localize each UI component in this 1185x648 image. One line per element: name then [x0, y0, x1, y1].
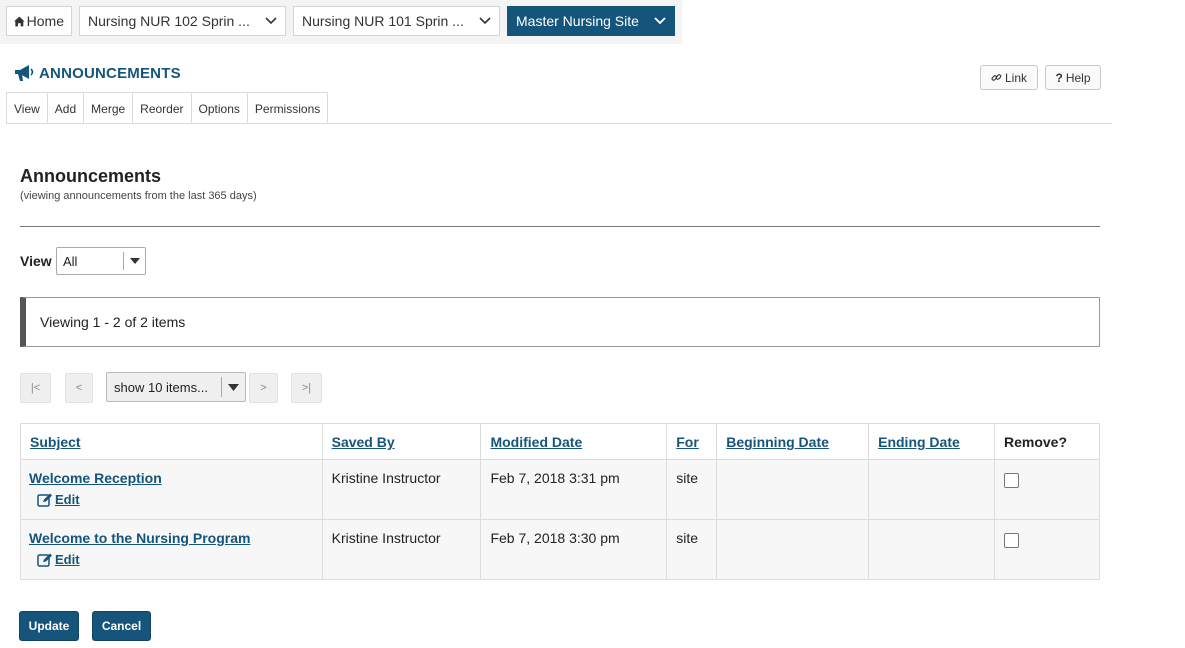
saved-by-cell: Kristine Instructor — [321, 459, 482, 520]
link-icon — [991, 74, 1002, 81]
chevron-down-icon[interactable] — [654, 17, 666, 25]
table-row: Welcome Reception Edit Kristine Instruct… — [20, 459, 1100, 520]
tool-menu: View Add Merge Reorder Options Permissio… — [6, 92, 329, 124]
sort-for-link[interactable]: For — [676, 434, 699, 450]
tool-title-text: ANNOUNCEMENTS — [39, 64, 181, 82]
for-cell: site — [666, 519, 718, 580]
help-label: Help — [1065, 70, 1091, 85]
last-page-button[interactable]: >| — [291, 373, 322, 403]
announcements-table: Subject Saved By Modified Date For Begin… — [20, 423, 1100, 580]
remove-checkbox[interactable] — [1004, 533, 1019, 548]
chevron-down-icon[interactable] — [265, 17, 277, 25]
ending-date-cell — [868, 459, 995, 520]
site-tab-label: Nursing NUR 102 Sprin ... — [88, 13, 250, 29]
table-row: Welcome to the Nursing Program Edit Kris… — [20, 519, 1100, 580]
for-cell: site — [666, 459, 718, 520]
menu-permissions[interactable]: Permissions — [248, 93, 327, 124]
chevron-down-icon[interactable] — [479, 17, 491, 25]
table-header-row: Subject Saved By Modified Date For Begin… — [20, 423, 1100, 460]
page-size-select[interactable]: show 10 items... — [106, 372, 246, 402]
next-page-button[interactable]: > — [249, 373, 278, 403]
viewing-count-text: Viewing 1 - 2 of 2 items — [40, 314, 186, 330]
remove-cell — [994, 459, 1100, 520]
viewing-count-box: Viewing 1 - 2 of 2 items — [20, 297, 1100, 347]
cancel-button[interactable]: Cancel — [92, 611, 151, 641]
caret-down-icon — [221, 377, 245, 397]
remove-column-header: Remove? — [994, 423, 1100, 460]
site-tab-label: Master Nursing Site — [516, 13, 639, 29]
link-button[interactable]: Link — [980, 65, 1038, 90]
view-filter-label: View — [20, 253, 52, 269]
page-size-value: show 10 items... — [114, 379, 208, 395]
update-button[interactable]: Update — [19, 611, 79, 641]
edit-icon — [37, 553, 52, 567]
edit-icon — [37, 493, 52, 507]
announcement-subject-link[interactable]: Welcome to the Nursing Program — [29, 530, 313, 546]
view-filter-select[interactable]: All — [56, 247, 146, 275]
menu-merge[interactable]: Merge — [84, 93, 134, 124]
site-tab-label: Nursing NUR 101 Sprin ... — [302, 13, 464, 29]
menu-reorder[interactable]: Reorder — [133, 93, 192, 124]
menu-add[interactable]: Add — [48, 93, 85, 124]
first-page-button[interactable]: |< — [20, 373, 51, 403]
modified-date-cell: Feb 7, 2018 3:30 pm — [480, 519, 668, 580]
subject-cell: Welcome Reception Edit — [20, 459, 323, 520]
sort-beginning-date-link[interactable]: Beginning Date — [726, 434, 829, 450]
sort-subject-link[interactable]: Subject — [30, 434, 81, 450]
menu-options[interactable]: Options — [192, 93, 248, 124]
menu-view[interactable]: View — [7, 93, 48, 124]
edit-label: Edit — [55, 552, 80, 567]
menu-divider — [6, 123, 1112, 124]
caret-down-icon — [123, 252, 145, 270]
announcement-subject-link[interactable]: Welcome Reception — [29, 470, 313, 486]
tool-title: ANNOUNCEMENTS — [14, 64, 181, 82]
site-tab-nur101[interactable]: Nursing NUR 101 Sprin ... — [293, 6, 500, 36]
saved-by-cell: Kristine Instructor — [321, 519, 482, 580]
home-icon — [14, 16, 25, 26]
sort-ending-date-link[interactable]: Ending Date — [878, 434, 960, 450]
edit-link[interactable]: Edit — [37, 552, 80, 567]
view-filter-value: All — [63, 253, 78, 269]
home-button[interactable]: Home — [6, 6, 72, 36]
subject-cell: Welcome to the Nursing Program Edit — [20, 519, 323, 580]
site-tab-master-nursing[interactable]: Master Nursing Site — [507, 6, 675, 36]
sort-modified-date-link[interactable]: Modified Date — [490, 434, 582, 450]
page-subtitle: (viewing announcements from the last 365… — [20, 190, 257, 202]
home-label: Home — [26, 13, 64, 29]
ending-date-cell — [868, 519, 995, 580]
remove-cell — [994, 519, 1100, 580]
remove-checkbox[interactable] — [1004, 473, 1019, 488]
beginning-date-cell — [716, 459, 870, 520]
help-button[interactable]: ? Help — [1045, 65, 1101, 90]
site-tab-nur102[interactable]: Nursing NUR 102 Sprin ... — [79, 6, 286, 36]
link-label: Link — [1004, 70, 1027, 85]
heading-divider — [20, 226, 1100, 227]
beginning-date-cell — [716, 519, 870, 580]
edit-label: Edit — [55, 492, 80, 507]
edit-link[interactable]: Edit — [37, 492, 80, 507]
page-title: Announcements — [20, 166, 162, 186]
prev-page-button[interactable]: < — [65, 373, 93, 403]
modified-date-cell: Feb 7, 2018 3:31 pm — [480, 459, 668, 520]
question-icon: ? — [1055, 70, 1063, 85]
megaphone-icon — [15, 65, 34, 81]
sort-saved-by-link[interactable]: Saved By — [332, 434, 395, 450]
